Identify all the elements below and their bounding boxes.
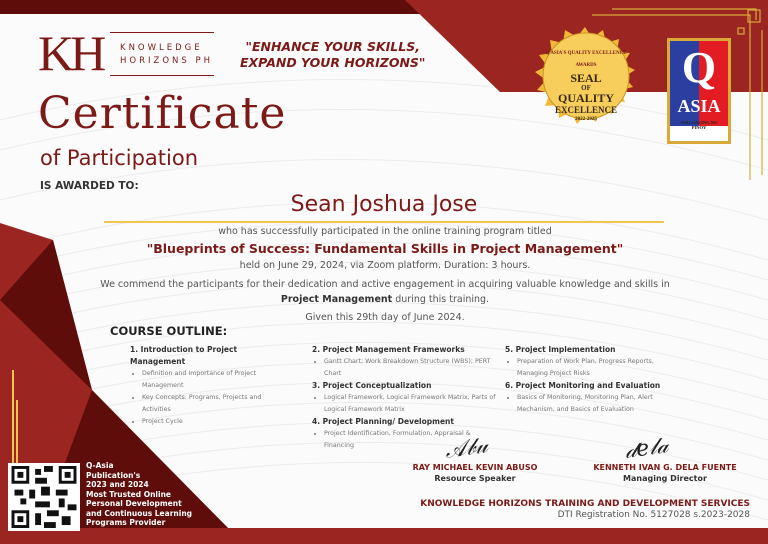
award-line: and Continuous Learning xyxy=(86,508,193,518)
body-date-line: held on June 29, 2024, via Zoom platform… xyxy=(239,260,531,271)
logo-line2: HORIZONS PH xyxy=(120,56,213,66)
list-item: Preparation of Work Plan, Progress Repor… xyxy=(517,356,685,380)
commend-end: during this training. xyxy=(392,294,490,305)
section-title: 2. Project Management Frameworks xyxy=(312,345,465,354)
awarded-to-label: IS AWARDED TO: xyxy=(40,180,139,192)
signatory-role: Managing Director xyxy=(623,474,707,483)
recipient-name: Sean Joshua Jose xyxy=(290,192,478,217)
qasia-award-text: Q-Asia Publication's 2023 and 2024 Most … xyxy=(86,461,192,528)
bottom-band xyxy=(0,528,768,544)
seal-years: 2022-2025 xyxy=(575,117,597,122)
certificate-title: Certificate xyxy=(38,88,287,139)
award-line: 2023 and 2024 xyxy=(86,480,149,489)
commend-subject: Project Management xyxy=(280,294,393,305)
list-item: Gantt Chart; Work Breakdown Structure (W… xyxy=(324,356,497,380)
tagline-line2: EXPAND YOUR HORIZONS" xyxy=(240,55,426,70)
course-outline-heading: COURSE OUTLINE: xyxy=(110,324,228,338)
list-item: Key Concepts: Programs, Projects and Act… xyxy=(142,392,288,416)
logo-text: KNOWLEDGE HORIZONS PH xyxy=(110,32,214,76)
tagline-line1: "ENHANCE YOUR SKILLS, xyxy=(245,39,420,54)
award-line: Programs Provider xyxy=(86,518,166,527)
award-line: Personal Development xyxy=(86,499,182,508)
seal-line1: SEAL xyxy=(570,71,602,85)
name-underline xyxy=(104,221,664,223)
badge-motto: ANG GALING NG PINOY xyxy=(680,120,718,130)
award-line: Publication's xyxy=(86,470,141,480)
top-band xyxy=(0,0,430,14)
section-title: 1. Introduction to Project Management xyxy=(130,345,238,366)
certificate-subtitle: of Participation xyxy=(40,146,199,170)
seal-line3: QUALITY xyxy=(557,91,614,105)
signatory-1: RAY MICHAEL KEVIN ABUSO Resource Speaker xyxy=(405,462,545,484)
award-line: Q-Asia xyxy=(86,461,114,470)
list-item: Logical Framework, Logical Framework Mat… xyxy=(324,392,497,416)
section-title: 5. Project Implementation xyxy=(505,345,616,354)
section-title: 6. Project Monitoring and Evaluation xyxy=(505,381,661,390)
seal-text: Q ASIA'S QUALITY EXCELLENCE AWARDS SEAL … xyxy=(545,48,627,124)
list-item: Definition and Importance of Project Man… xyxy=(142,368,288,392)
outline-column-3: 5. Project Implementation Preparation of… xyxy=(505,344,685,416)
q-asia-badge-text: Q ASIA ANG GALING NG PINOY xyxy=(670,43,728,131)
seal-ring-text: Q ASIA'S QUALITY EXCELLENCE AWARDS xyxy=(545,51,627,68)
signatory-2: KENNETH IVAN G. DELA FUENTE Managing Dir… xyxy=(585,462,745,484)
qr-code[interactable] xyxy=(8,463,80,531)
logo-mark: KH xyxy=(38,25,106,81)
body-line1: who has successfully participated in the… xyxy=(218,226,552,237)
given-date: Given this 29th day of June 2024. xyxy=(305,312,465,323)
signatory-name: RAY MICHAEL KEVIN ABUSO xyxy=(412,463,538,472)
organization-name: KNOWLEDGE HORIZONS TRAINING AND DEVELOPM… xyxy=(420,499,750,509)
badge-asia: ASIA xyxy=(677,96,721,116)
body-commendation: We commend the participants for their de… xyxy=(90,277,680,307)
signatory-role: Resource Speaker xyxy=(434,474,516,483)
registration-number: DTI Registration No. 5127028 s.2023-2028 xyxy=(557,510,750,520)
award-line: Most Trusted Online xyxy=(86,489,172,499)
outline-column-1: 1. Introduction to Project Management De… xyxy=(130,344,288,428)
tagline: "ENHANCE YOUR SKILLS, EXPAND YOUR HORIZO… xyxy=(240,39,425,71)
signatory-name: KENNETH IVAN G. DELA FUENTE xyxy=(593,463,737,472)
badge-q: Q xyxy=(681,43,717,92)
program-title: "Blueprints of Success: Fundamental Skil… xyxy=(146,241,624,256)
section-title: 3. Project Conceptualization xyxy=(312,381,432,390)
logo-line1: KNOWLEDGE xyxy=(120,43,203,53)
commend-text: We commend the participants for their de… xyxy=(100,279,670,290)
list-item: Project Cycle xyxy=(142,416,288,428)
section-title: 4. Project Planning/ Development xyxy=(312,417,454,426)
organization-info: KNOWLEDGE HORIZONS TRAINING AND DEVELOPM… xyxy=(420,499,750,521)
seal-line4: EXCELLENCE xyxy=(554,105,617,115)
list-item: Basics of Monitoring, Monitoring Plan, A… xyxy=(517,392,685,416)
